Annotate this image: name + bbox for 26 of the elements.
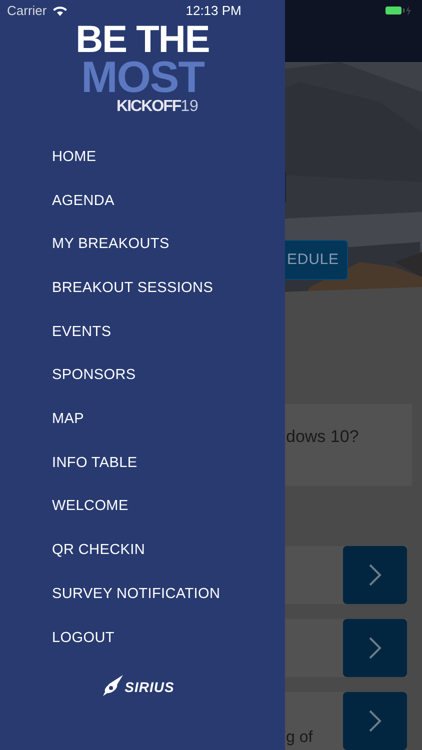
wifi-icon	[52, 5, 68, 17]
card-text: dows 10?	[286, 427, 359, 446]
menu-item[interactable]: EVENTS	[0, 310, 285, 354]
menu-item[interactable]: LOGOUT	[0, 616, 285, 660]
menu-item[interactable]: MAP	[0, 398, 285, 442]
arrow-button[interactable]	[343, 619, 407, 677]
chevron-right-icon	[368, 709, 382, 733]
menu-item[interactable]: WELCOME	[0, 486, 285, 530]
year-label: 19	[180, 98, 198, 116]
sirius-wordmark: SIRIUS	[124, 678, 174, 697]
chevron-right-icon	[368, 563, 382, 587]
event-label: KICKOFF	[116, 98, 181, 116]
menu-item[interactable]: AGENDA	[0, 180, 285, 224]
chevron-right-icon	[368, 636, 382, 660]
carrier-label: Carrier	[7, 2, 47, 20]
logo-headline: BE THE	[76, 22, 210, 58]
menu-item[interactable]: SURVEY NOTIFICATION	[0, 572, 285, 617]
clock-label: 12:13 PM	[186, 2, 242, 20]
arrow-button[interactable]	[343, 546, 407, 604]
menu-item[interactable]: SPONSORS	[0, 354, 285, 398]
menu-item[interactable]: QR CHECKIN	[0, 529, 285, 573]
menu-item[interactable]: INFO TABLE	[0, 442, 285, 486]
arrow-button[interactable]	[343, 692, 407, 750]
row-text: g of	[285, 728, 313, 748]
logo-subline: MOST	[81, 58, 204, 98]
menu-item[interactable]: HOME	[0, 136, 285, 180]
